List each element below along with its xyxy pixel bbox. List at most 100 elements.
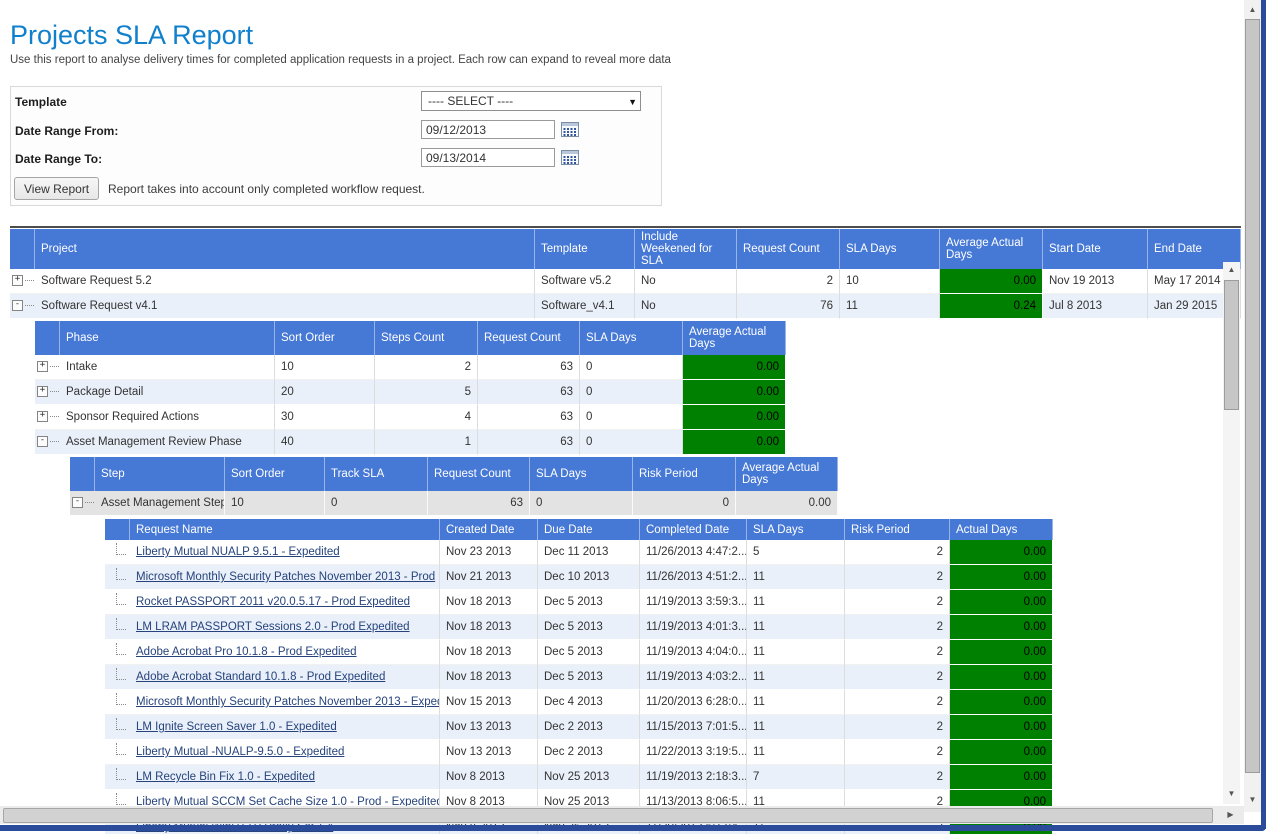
request-created-date: Nov 8 2013 <box>440 765 538 790</box>
tree-leaf-connector <box>116 543 126 555</box>
expand-toggle-icon[interactable] <box>37 411 48 422</box>
phase-name: Asset Management Review Phase <box>60 430 275 455</box>
page-scrollbar[interactable]: ▲ ▼ <box>1244 0 1261 812</box>
request-created-date: Nov 21 2013 <box>440 565 538 590</box>
date-from-input[interactable] <box>421 120 555 139</box>
expand-toggle-icon[interactable] <box>12 300 23 311</box>
page-title: Projects SLA Report <box>10 20 253 51</box>
scroll-right-icon[interactable]: ▶ <box>1222 807 1239 823</box>
request-link[interactable]: Microsoft Monthly Security Patches Novem… <box>136 696 440 708</box>
request-actual-days: 0.00 <box>950 740 1053 765</box>
request-link[interactable]: Rocket PASSPORT 2011 v20.0.5.17 - Prod E… <box>136 596 410 608</box>
tree-leaf-connector <box>116 743 126 755</box>
scroll-down-icon[interactable]: ▼ <box>1223 786 1240 802</box>
request-due-date: Dec 4 2013 <box>538 690 640 715</box>
step-sla-days: 0 <box>530 491 633 516</box>
request-risk-period: 2 <box>845 615 950 640</box>
project-include-weekend: No <box>635 294 737 319</box>
phase-request-count: 63 <box>478 430 580 455</box>
request-sla-days: 11 <box>747 715 845 740</box>
request-due-date: Dec 5 2013 <box>538 640 640 665</box>
expand-toggle-icon[interactable] <box>37 436 48 447</box>
col-request-count: Request Count <box>737 229 840 269</box>
col-risk-period: Risk Period <box>633 457 736 491</box>
expand-toggle-icon[interactable] <box>12 275 23 286</box>
dropdown-arrow-icon: ▼ <box>628 93 637 111</box>
request-completed-date: 11/19/2013 3:59:3... <box>640 590 747 615</box>
grid-vertical-scrollbar[interactable]: ▲ ▼ <box>1223 262 1240 804</box>
template-select[interactable]: ---- SELECT ---- ▼ <box>421 91 641 111</box>
phase-name: Package Detail <box>60 380 275 405</box>
projects-sla-report-page: Projects SLA Report Use this report to a… <box>0 0 1270 834</box>
date-to-input[interactable] <box>421 148 555 167</box>
col-sort-order: Sort Order <box>275 321 375 355</box>
phase-steps-count: 5 <box>375 380 478 405</box>
view-report-button[interactable]: View Report <box>14 177 99 200</box>
expand-toggle-icon[interactable] <box>37 386 48 397</box>
col-due-date: Due Date <box>538 519 640 540</box>
request-link[interactable]: Microsoft Monthly Security Patches Novem… <box>136 571 435 583</box>
request-link[interactable]: Adobe Acrobat Standard 10.1.8 - Prod Exp… <box>136 671 385 683</box>
request-actual-days: 0.00 <box>950 690 1053 715</box>
date-to-calendar-button[interactable] <box>559 148 581 168</box>
col-risk-period: Risk Period <box>845 519 950 540</box>
page-scroll-thumb[interactable] <box>1245 19 1260 773</box>
request-sla-days: 7 <box>747 765 845 790</box>
request-actual-days: 0.00 <box>950 590 1053 615</box>
request-link[interactable]: LM Recycle Bin Fix 1.0 - Expedited <box>136 771 315 783</box>
date-from-calendar-button[interactable] <box>559 120 581 140</box>
project-sla-days: 10 <box>840 269 940 294</box>
request-link[interactable]: Liberty Mutual NUALP 9.5.1 - Expedited <box>136 546 340 558</box>
col-include-weekend: Include Weekened for SLA <box>635 229 737 269</box>
project-average-actual-days: 0.24 <box>940 294 1043 319</box>
grid-horizontal-scrollbar[interactable]: ▶ <box>0 806 1244 824</box>
request-link[interactable]: Liberty Mutual -NUALP-9.5.0 - Expedited <box>136 746 344 758</box>
projects-table: Project Template Include Weekened for SL… <box>10 229 1241 319</box>
phase-average-actual-days: 0.00 <box>683 380 786 405</box>
request-link[interactable]: LM Ignite Screen Saver 1.0 - Expedited <box>136 721 337 733</box>
tree-connector <box>50 366 59 367</box>
col-phase: Phase <box>60 321 275 355</box>
request-created-date: Nov 18 2013 <box>440 615 538 640</box>
tree-connector <box>50 391 59 392</box>
project-template: Software_v4.1 <box>535 294 635 319</box>
scroll-up-icon[interactable]: ▲ <box>1244 2 1261 18</box>
expand-toggle-icon[interactable] <box>72 497 83 508</box>
phase-name: Intake <box>60 355 275 380</box>
col-actual-days: Actual Days <box>950 519 1053 540</box>
col-template: Template <box>535 229 635 269</box>
scroll-down-icon[interactable]: ▼ <box>1244 792 1261 808</box>
grid-hscroll-thumb[interactable] <box>3 808 1213 823</box>
request-actual-days: 0.00 <box>950 765 1053 790</box>
request-created-date: Nov 18 2013 <box>440 665 538 690</box>
date-to-label: Date Range To: <box>15 152 102 166</box>
phase-row: Sponsor Required Actions 30 4 63 0 0.00 <box>35 405 786 430</box>
col-expand <box>35 321 60 355</box>
phase-steps-count: 4 <box>375 405 478 430</box>
tree-leaf-connector <box>116 693 126 705</box>
request-due-date: Dec 2 2013 <box>538 740 640 765</box>
tree-connector <box>50 416 59 417</box>
request-risk-period: 2 <box>845 665 950 690</box>
request-link[interactable]: LM LRAM PASSPORT Sessions 2.0 - Prod Exp… <box>136 621 410 633</box>
col-sort-order: Sort Order <box>225 457 325 491</box>
project-sla-days: 11 <box>840 294 940 319</box>
col-start-date: Start Date <box>1043 229 1148 269</box>
request-sla-days: 11 <box>747 640 845 665</box>
phase-sort-order: 10 <box>275 355 375 380</box>
grid-vscroll-thumb[interactable] <box>1224 280 1239 410</box>
request-due-date: Dec 5 2013 <box>538 665 640 690</box>
col-sla-days: SLA Days <box>747 519 845 540</box>
scroll-up-icon[interactable]: ▲ <box>1223 262 1240 278</box>
phase-sla-days: 0 <box>580 430 683 455</box>
expand-toggle-icon[interactable] <box>37 361 48 372</box>
request-completed-date: 11/19/2013 4:04:0... <box>640 640 747 665</box>
window-border-right <box>1261 0 1266 829</box>
phase-steps-count: 1 <box>375 430 478 455</box>
request-completed-date: 11/19/2013 2:18:3... <box>640 765 747 790</box>
request-risk-period: 2 <box>845 590 950 615</box>
step-track-sla: 0 <box>325 491 428 516</box>
request-link[interactable]: Adobe Acrobat Pro 10.1.8 - Prod Expedite… <box>136 646 357 658</box>
col-created-date: Created Date <box>440 519 538 540</box>
tree-leaf-connector <box>116 618 126 630</box>
